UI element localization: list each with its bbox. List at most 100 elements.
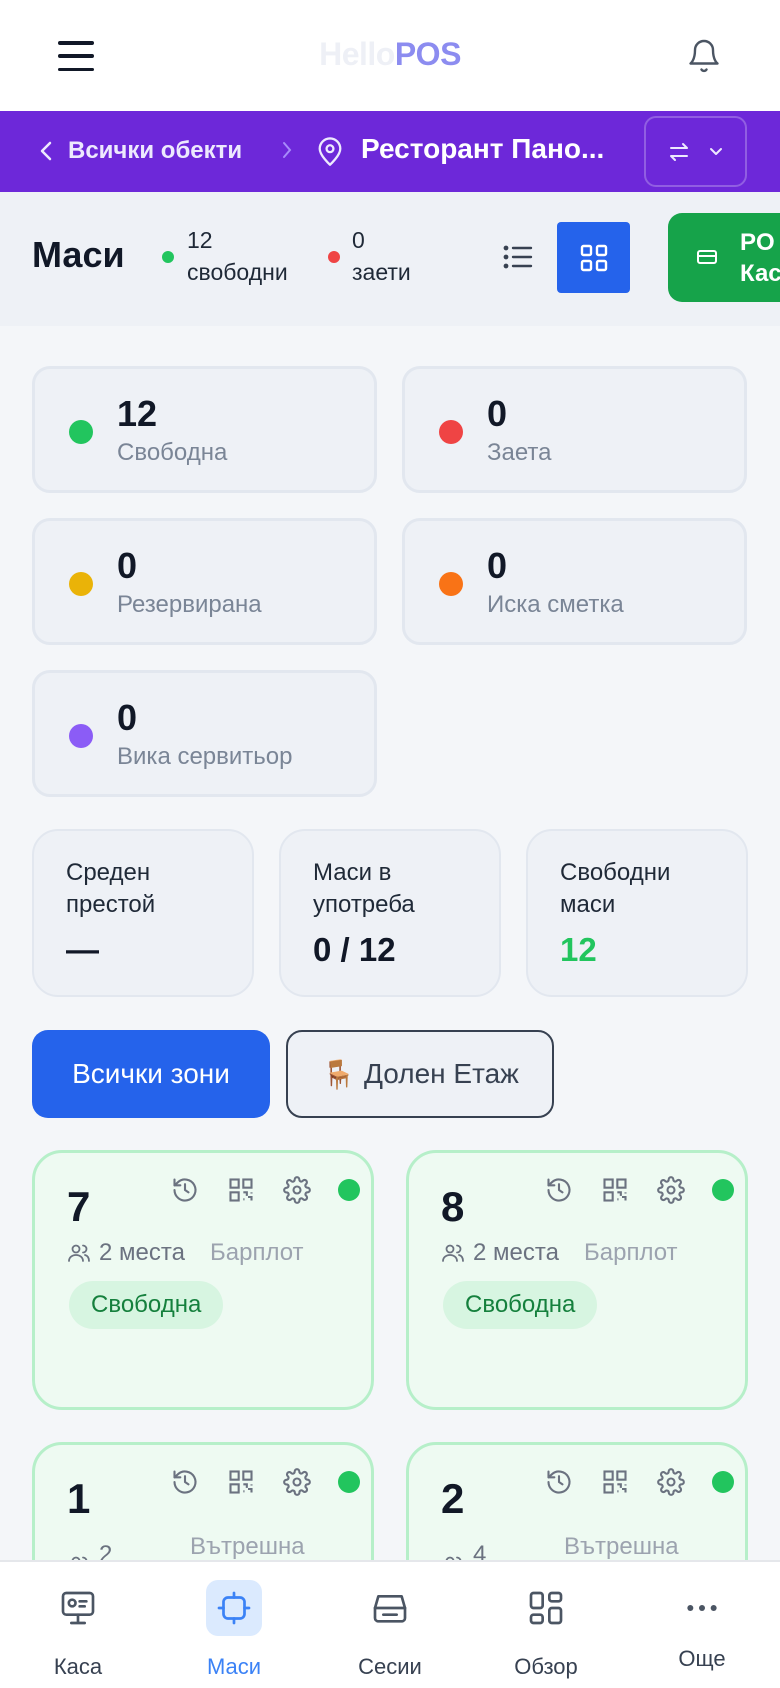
swap-arrows-icon xyxy=(669,142,688,161)
location-pin-icon xyxy=(318,137,342,166)
metric-value: — xyxy=(66,931,99,968)
back-to-all-venues[interactable]: Всички обекти xyxy=(38,137,242,165)
table-capacity: 2 места xyxy=(99,1239,185,1266)
page-title: Маси xyxy=(32,234,125,275)
history-icon[interactable] xyxy=(170,1467,200,1497)
table-number: 2 xyxy=(441,1475,465,1522)
chair-icon: 🪑 xyxy=(321,1058,356,1090)
occupied-status-dot xyxy=(328,251,340,263)
back-label: Всички обекти xyxy=(68,137,243,164)
free-tables-summary: 12 свободни xyxy=(187,224,288,288)
metric-tables-in-use: Маси в употреба 0 / 12 xyxy=(279,829,501,997)
gear-icon[interactable] xyxy=(656,1467,686,1497)
qr-code-icon[interactable] xyxy=(226,1467,256,1497)
app-logo: HelloPOS xyxy=(319,36,461,72)
gear-icon[interactable] xyxy=(282,1175,312,1205)
qr-code-icon[interactable] xyxy=(600,1467,630,1497)
table-number: 8 xyxy=(441,1183,465,1230)
status-label: Заета xyxy=(487,439,552,466)
more-icon xyxy=(674,1580,730,1636)
nav-item-pos[interactable]: Каса xyxy=(0,1562,156,1688)
occupied-count: 0 xyxy=(352,227,365,253)
nav-label: Сесии xyxy=(358,1654,422,1679)
list-view-icon[interactable] xyxy=(503,244,533,270)
nav-item-overview[interactable]: Обзор xyxy=(468,1562,624,1688)
nav-item-more[interactable]: Още xyxy=(624,1562,780,1688)
status-indicator xyxy=(338,1471,360,1493)
status-indicator xyxy=(712,1179,734,1201)
bottom-navigation: Каса Маси Сесии Обзор Още xyxy=(0,1560,780,1688)
qr-code-icon[interactable] xyxy=(600,1175,630,1205)
nav-label: Още xyxy=(678,1646,726,1671)
occupied-tables-summary: 0 заети xyxy=(352,224,411,288)
pos-terminal-icon xyxy=(50,1580,106,1636)
status-dot xyxy=(439,572,463,596)
table-card[interactable]: 8 2 места Барплот Свободна xyxy=(406,1150,748,1410)
tables-header: Маси 12 свободни 0 заети PO Кас xyxy=(0,192,780,326)
history-icon[interactable] xyxy=(544,1175,574,1205)
metric-value: 0 / 12 xyxy=(313,931,396,968)
nav-label: Маси xyxy=(206,1654,262,1679)
venue-switch-button[interactable] xyxy=(644,116,747,187)
status-dot xyxy=(69,572,93,596)
status-card-free[interactable]: 12 Свободна xyxy=(32,366,377,493)
history-icon[interactable] xyxy=(170,1175,200,1205)
free-status-dot xyxy=(162,251,174,263)
free-label: свободни xyxy=(187,259,288,285)
metric-free-tables: Свободни маси 12 xyxy=(526,829,748,997)
table-icon xyxy=(206,1580,262,1636)
zone-filter-ground-floor[interactable]: 🪑 Долен Етаж xyxy=(286,1030,554,1118)
table-zone: Барплот xyxy=(210,1239,304,1266)
nav-item-sessions[interactable]: Сесии xyxy=(312,1562,468,1688)
venue-title: Ресторант Пано... xyxy=(361,133,605,164)
users-icon xyxy=(442,1244,464,1262)
grid-icon xyxy=(580,244,607,271)
status-card-reserved[interactable]: 0 Резервирана xyxy=(32,518,377,645)
users-icon xyxy=(68,1244,90,1262)
table-zone: Вътрешна xyxy=(564,1533,679,1560)
table-capacity: 2 места xyxy=(473,1239,559,1266)
free-count: 12 xyxy=(187,227,213,253)
tray-icon xyxy=(362,1580,418,1636)
chevron-left-icon xyxy=(40,141,52,161)
status-label: Иска сметка xyxy=(487,591,624,618)
status-count: 0 xyxy=(117,697,138,738)
gear-icon[interactable] xyxy=(282,1467,312,1497)
status-dot xyxy=(69,724,93,748)
metric-value: 12 xyxy=(560,931,597,968)
dashboard-icon xyxy=(518,1580,574,1636)
status-card-bill-requested[interactable]: 0 Иска сметка xyxy=(402,518,747,645)
table-card[interactable]: 7 2 места Барплот Свободна xyxy=(32,1150,374,1410)
nav-item-tables[interactable]: Маси xyxy=(156,1562,312,1688)
status-badge: Свободна xyxy=(443,1281,598,1329)
zone-filter-all[interactable]: Всички зони xyxy=(32,1030,270,1118)
status-indicator xyxy=(338,1179,360,1201)
status-card-calling-waiter[interactable]: 0 Вика сервитьор xyxy=(32,670,377,797)
history-icon[interactable] xyxy=(544,1467,574,1497)
table-zone: Барплот xyxy=(584,1239,678,1266)
metric-average-stay: Среден престой — xyxy=(32,829,254,997)
chevron-down-icon xyxy=(709,147,722,155)
gear-icon[interactable] xyxy=(656,1175,686,1205)
nav-label: Обзор xyxy=(514,1654,578,1679)
status-badge: Свободна xyxy=(69,1281,224,1329)
table-zone: Вътрешна xyxy=(190,1533,305,1560)
status-count: 0 xyxy=(487,393,508,434)
grid-view-button[interactable] xyxy=(557,222,630,293)
card-icon xyxy=(697,250,717,264)
nav-label: Каса xyxy=(53,1654,103,1679)
status-label: Свободна xyxy=(117,439,228,466)
zone-label: Долен Етаж xyxy=(364,1058,519,1089)
chevron-right-icon xyxy=(283,142,292,158)
status-indicator xyxy=(712,1471,734,1493)
status-dot xyxy=(69,420,93,444)
top-bar: HelloPOS xyxy=(0,0,780,111)
breadcrumb: Всички обекти Ресторант Пано... xyxy=(0,111,780,192)
bell-icon[interactable] xyxy=(686,36,722,76)
pos-cash-button[interactable]: PO Кас xyxy=(668,213,780,302)
status-count: 0 xyxy=(487,545,508,586)
status-card-occupied[interactable]: 0 Заета xyxy=(402,366,747,493)
status-count: 0 xyxy=(117,545,138,586)
status-label: Резервирана xyxy=(117,591,262,618)
qr-code-icon[interactable] xyxy=(226,1175,256,1205)
